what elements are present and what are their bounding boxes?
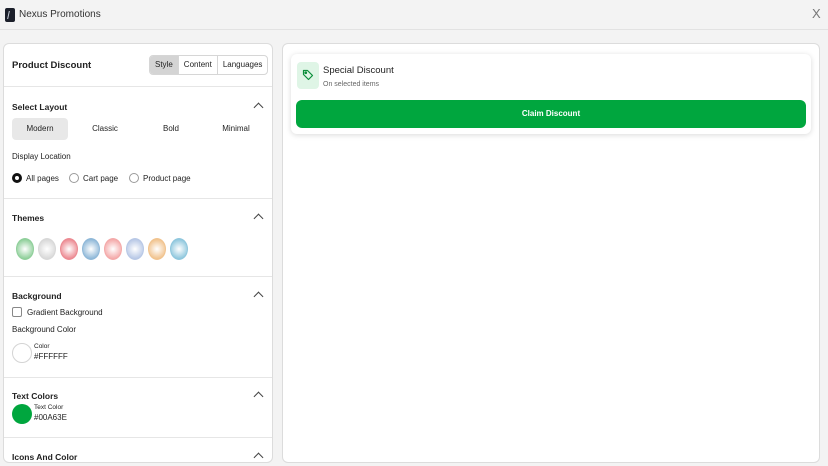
tab-style[interactable]: Style — [150, 56, 178, 74]
layout-option-classic[interactable]: Classic — [77, 118, 133, 140]
discount-title: Special Discount — [323, 65, 394, 76]
chevron-up-icon[interactable] — [253, 452, 264, 462]
background-color-small-label: Color — [34, 343, 50, 350]
layout-option-modern[interactable]: Modern — [12, 118, 68, 140]
radio-indicator — [12, 173, 22, 183]
theme-swatch[interactable] — [126, 238, 144, 260]
text-color-swatch[interactable] — [12, 404, 32, 424]
title-bar: Nexus Promotions X — [0, 0, 828, 30]
theme-swatch[interactable] — [38, 238, 56, 260]
gradient-background-checkbox[interactable] — [12, 307, 22, 317]
radio-indicator — [69, 173, 79, 183]
text-color-small-label: Text Color — [34, 404, 64, 411]
tab-content[interactable]: Content — [177, 56, 217, 74]
radio-all-pages[interactable]: All pages — [12, 172, 59, 184]
radio-product-page[interactable]: Product page — [129, 172, 191, 184]
app-logo-icon — [5, 8, 15, 22]
layout-option-bold[interactable]: Bold — [143, 118, 199, 140]
theme-swatch[interactable] — [16, 238, 34, 260]
panel-title: Product Discount — [12, 60, 92, 71]
icons-section-title: Icons And Color — [12, 452, 78, 462]
text-color-hex: #00A63E — [34, 413, 67, 422]
text-colors-section-title: Text Colors — [12, 391, 59, 401]
radio-cart-page[interactable]: Cart page — [69, 172, 118, 184]
settings-panel: Product Discount Style Content Languages… — [3, 43, 273, 463]
radio-label: Cart page — [83, 173, 119, 183]
theme-swatch[interactable] — [82, 238, 100, 260]
gradient-background-label: Gradient Background — [27, 308, 103, 317]
display-location-label: Display Location — [12, 152, 71, 161]
background-color-hex: #FFFFFF — [34, 352, 68, 361]
close-button[interactable]: X — [812, 6, 821, 21]
background-section-title: Background — [12, 291, 62, 301]
layout-option-minimal[interactable]: Minimal — [208, 118, 264, 140]
tag-icon — [297, 62, 319, 89]
tab-group: Style Content Languages — [149, 55, 269, 75]
theme-swatch[interactable] — [60, 238, 78, 260]
theme-swatch[interactable] — [104, 238, 122, 260]
theme-swatch[interactable] — [170, 238, 188, 260]
theme-swatch[interactable] — [148, 238, 166, 260]
app-title: Nexus Promotions — [19, 9, 101, 20]
discount-card: Special Discount On selected items Claim… — [291, 54, 811, 134]
layout-section-title: Select Layout — [12, 102, 68, 112]
background-color-label: Background Color — [12, 325, 77, 334]
radio-indicator — [129, 173, 139, 183]
claim-discount-button[interactable]: Claim Discount — [296, 100, 806, 128]
radio-label: All pages — [26, 173, 59, 183]
themes-section-title: Themes — [12, 213, 45, 223]
radio-label: Product page — [143, 173, 191, 183]
preview-panel: Special Discount On selected items Claim… — [282, 43, 820, 463]
settings-header: Product Discount Style Content Languages — [4, 44, 272, 87]
tab-languages[interactable]: Languages — [216, 56, 268, 74]
discount-subtitle: On selected items — [323, 81, 380, 88]
background-color-swatch[interactable] — [12, 343, 32, 363]
